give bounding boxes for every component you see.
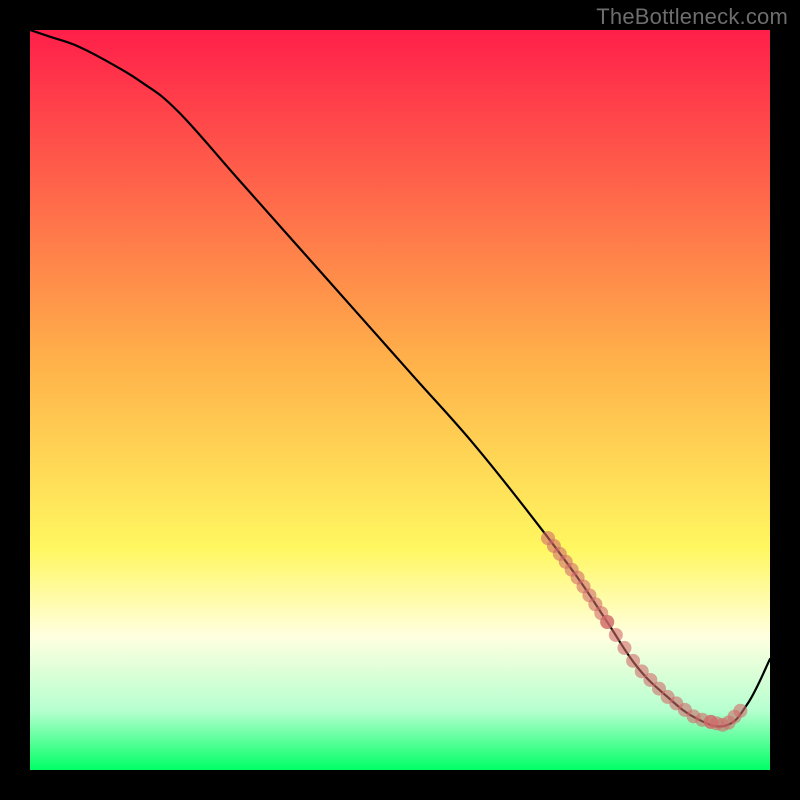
highlight-dot <box>733 704 747 718</box>
watermark-text: TheBottleneck.com <box>596 4 788 30</box>
highlight-dot <box>617 641 631 655</box>
chart-frame: TheBottleneck.com <box>0 0 800 800</box>
highlight-dot <box>609 628 623 642</box>
plot-background <box>30 30 770 770</box>
plot-area <box>30 30 770 770</box>
chart-svg <box>30 30 770 770</box>
highlight-dot <box>600 615 614 629</box>
